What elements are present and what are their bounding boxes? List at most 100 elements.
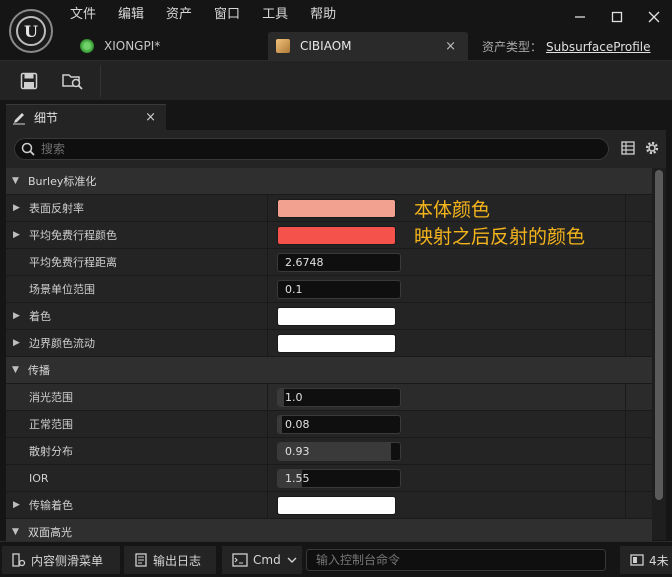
details-tabbar: 细节 ×: [0, 100, 672, 130]
title-bar: U 文件 编辑 资产 窗口 工具 帮助 XIONGPI* CIBIAOM × 资…: [0, 0, 672, 60]
search-row: [6, 130, 666, 168]
tab-close-icon[interactable]: ×: [145, 110, 156, 125]
collapse-arrow-icon: ▼: [12, 527, 19, 537]
row-extinction-scale: 消光范围 1.0: [6, 384, 652, 411]
number-value: 0.1: [285, 283, 303, 296]
property-label: 散射分布: [29, 445, 73, 458]
boundary-color-bleed-swatch[interactable]: [277, 334, 396, 353]
property-label: 传输着色: [29, 499, 73, 512]
world-unit-scale-input[interactable]: 0.1: [277, 280, 401, 299]
source-control-button[interactable]: 4未: [620, 546, 672, 574]
tab-details[interactable]: 细节 ×: [6, 104, 166, 130]
tint-color-swatch[interactable]: [277, 307, 396, 326]
expand-arrow-icon[interactable]: ▶: [13, 230, 20, 240]
extinction-scale-slider[interactable]: 1.0: [277, 388, 401, 407]
expand-arrow-icon[interactable]: ▶: [13, 338, 20, 348]
row-boundary-color-bleed: ▶ 边界颜色流动: [6, 330, 652, 357]
browse-asset-button[interactable]: [61, 69, 85, 93]
search-icon: [21, 142, 35, 156]
ior-slider[interactable]: 1.55: [277, 469, 401, 488]
number-value: 1.55: [285, 472, 310, 485]
maximize-button[interactable]: [598, 0, 635, 34]
mean-free-path-distance-input[interactable]: 2.6748: [277, 253, 401, 272]
scrollbar-thumb[interactable]: [655, 170, 663, 500]
number-value: 2.6748: [285, 256, 324, 269]
close-window-button[interactable]: [635, 0, 672, 34]
expand-arrow-icon[interactable]: ▶: [13, 203, 20, 213]
tab-close-icon[interactable]: ×: [445, 39, 456, 54]
tab-label: CIBIAOM: [300, 39, 352, 53]
window-controls: [561, 0, 672, 34]
scattering-distribution-slider[interactable]: 0.93: [277, 442, 401, 461]
content-drawer-icon: [12, 553, 26, 567]
menu-asset[interactable]: 资产: [166, 6, 192, 24]
save-button[interactable]: [17, 69, 41, 93]
menu-help[interactable]: 帮助: [310, 6, 336, 24]
toolbar-divider: [100, 65, 101, 97]
close-icon: [648, 11, 659, 23]
category-burley[interactable]: ▼ Burley标准化: [6, 168, 652, 195]
search-input[interactable]: [41, 142, 581, 156]
table-view-icon[interactable]: [621, 141, 635, 155]
annotation-body-color: 本体颜色: [414, 199, 491, 221]
tab-label: XIONGPI*: [104, 39, 161, 53]
row-normal-scale: 正常范围 0.08: [6, 411, 652, 438]
output-log-button[interactable]: 输出日志: [124, 546, 216, 574]
details-panel: ▼ Burley标准化 ▶ 表面反射率 本体颜色 ▶ 平均免费行程颜色 映射之后…: [6, 130, 666, 546]
category-label: 传播: [28, 364, 50, 377]
slider-fill: [278, 389, 285, 406]
transmission-tint-swatch[interactable]: [277, 496, 396, 515]
property-label: 着色: [29, 310, 51, 323]
trailing-label: 4未: [649, 553, 669, 568]
vertical-scrollbar[interactable]: [652, 168, 666, 540]
output-log-icon: [135, 553, 147, 567]
main-menu: 文件 编辑 资产 窗口 工具 帮助: [70, 6, 358, 24]
row-tint: ▶ 着色: [6, 303, 652, 330]
category-transmission[interactable]: ▼ 传播: [6, 357, 652, 384]
cmd-label: Cmd: [253, 553, 281, 567]
content-drawer-label: 内容侧滑菜单: [31, 553, 104, 568]
source-control-icon: [630, 554, 644, 566]
tab-cibiaom[interactable]: CIBIAOM ×: [268, 32, 468, 60]
asset-type-link[interactable]: SubsurfaceProfile: [546, 40, 651, 54]
terminal-icon: [232, 553, 248, 567]
property-label: 平均免费行程颜色: [29, 229, 117, 242]
asset-type-info: 资产类型： SubsurfaceProfile: [482, 38, 651, 55]
menu-window[interactable]: 窗口: [214, 6, 240, 24]
status-bar: 内容侧滑菜单 输出日志 Cmd 输入控制台命令 4未: [0, 541, 672, 577]
unreal-logo-icon[interactable]: U: [9, 9, 53, 53]
folder-search-icon: [62, 74, 83, 90]
collapse-arrow-icon: ▼: [12, 365, 19, 375]
property-rows: ▼ Burley标准化 ▶ 表面反射率 本体颜色 ▶ 平均免费行程颜色 映射之后…: [6, 168, 652, 546]
collapse-arrow-icon: ▼: [12, 176, 19, 186]
menu-file[interactable]: 文件: [70, 6, 96, 24]
expand-arrow-icon[interactable]: ▶: [13, 500, 20, 510]
number-value: 1.0: [285, 391, 303, 404]
row-scattering-distribution: 散射分布 0.93: [6, 438, 652, 465]
menu-tools[interactable]: 工具: [262, 6, 288, 24]
property-label: 消光范围: [29, 391, 73, 404]
category-label: Burley标准化: [28, 175, 97, 188]
maximize-icon: [611, 11, 622, 23]
annotation-reflect-color: 映射之后反射的颜色: [414, 226, 586, 248]
tab-xiongpi[interactable]: XIONGPI*: [72, 32, 267, 60]
mean-free-path-color-swatch[interactable]: [277, 226, 396, 245]
console-command-input[interactable]: [316, 553, 596, 567]
gear-icon[interactable]: [644, 140, 660, 156]
content-drawer-button[interactable]: 内容侧滑菜单: [2, 546, 120, 574]
minimize-button[interactable]: [561, 0, 598, 34]
cmd-dropdown[interactable]: Cmd: [222, 546, 302, 574]
property-label: 表面反射率: [29, 202, 84, 215]
details-tab-label: 细节: [34, 111, 59, 125]
level-icon: [80, 39, 94, 53]
expand-arrow-icon[interactable]: ▶: [13, 311, 20, 321]
row-mean-free-path-color: ▶ 平均免费行程颜色 映射之后反射的颜色: [6, 222, 652, 249]
minimize-icon: [574, 16, 585, 18]
pencil-icon: [13, 112, 25, 124]
row-world-unit-scale: 场景单位范围 0.1: [6, 276, 652, 303]
menu-edit[interactable]: 编辑: [118, 6, 144, 24]
console-command-box: [306, 549, 606, 571]
row-transmission-tint: ▶ 传输着色: [6, 492, 652, 519]
normal-scale-slider[interactable]: 0.08: [277, 415, 401, 434]
surface-albedo-color-swatch[interactable]: [277, 199, 396, 218]
